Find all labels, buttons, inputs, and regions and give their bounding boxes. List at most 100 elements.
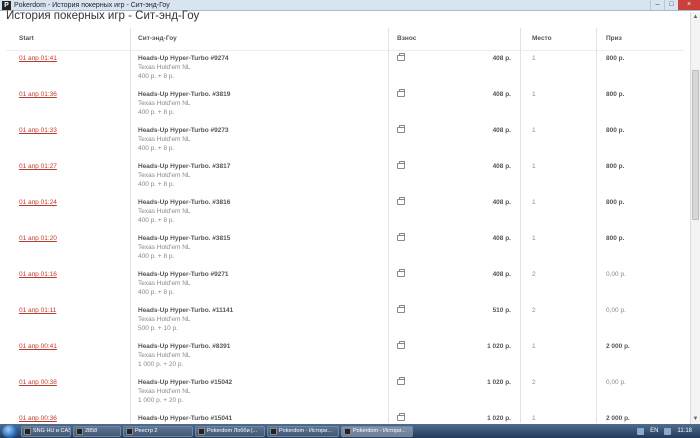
taskbar-item[interactable]: Pokerdom - Истори...: [267, 425, 339, 437]
browser-icon: [24, 427, 31, 435]
table-row[interactable]: 01 апр 00:36Heads-Up Hyper-Turbo #15041T…: [6, 413, 684, 423]
table-row[interactable]: 01 апр 01:11 Heads-Up Hyper-Turbo. #11141…: [6, 305, 684, 343]
start-button[interactable]: [2, 424, 18, 438]
finish-place: 1: [532, 55, 536, 62]
prize-amount: 800 р.: [606, 163, 625, 170]
tournament-name: Heads-Up Hyper-Turbo #15042: [138, 379, 233, 386]
system-tray: EN 11:18: [637, 424, 700, 438]
network-icon[interactable]: [637, 427, 645, 435]
minimize-button[interactable]: –: [650, 0, 664, 10]
taskbar-item[interactable]: Pokerdom - Истори...: [341, 425, 413, 437]
prize-amount: 800 р.: [606, 91, 625, 98]
table-row[interactable]: 01 апр 00:38 Heads-Up Hyper-Turbo #15042 T…: [6, 377, 684, 415]
start-date-link[interactable]: 01 апр 01:20: [19, 235, 57, 242]
game-type: Texas Hold'em NL: [138, 280, 191, 287]
tournament-info-icon[interactable]: [397, 161, 405, 169]
table-row[interactable]: 01 апр 01:24 Heads-Up Hyper-Turbo. #3816 T…: [6, 197, 684, 235]
finish-place: 2: [532, 307, 536, 314]
volume-icon[interactable]: [664, 427, 672, 435]
pokerdom-icon: [344, 427, 351, 435]
taskbar-item-label: SNG HU и CASH HU ...: [33, 428, 70, 434]
table-row[interactable]: 01 апр 00:41 Heads-Up Hyper-Turbo. #8391 T…: [6, 341, 684, 379]
buyin-breakdown: 400 р. + 8 р.: [138, 145, 175, 152]
table-row[interactable]: 01 апр 01:33 Heads-Up Hyper-Turbo #9273 Te…: [6, 125, 684, 163]
fee-amount: 408 р.: [492, 163, 511, 170]
tournament-info-icon[interactable]: [397, 305, 405, 313]
buyin-breakdown: 1 000 р. + 20 р.: [138, 397, 184, 404]
prize-amount: 0,00 р.: [606, 379, 626, 386]
tournament-info-icon[interactable]: [397, 197, 405, 205]
tournament-info-icon[interactable]: [397, 53, 405, 61]
taskbar-item[interactable]: SNG HU и CASH HU ...: [21, 425, 71, 437]
column-header-fee[interactable]: Взнос: [397, 35, 416, 42]
buyin-breakdown: 400 р. + 8 р.: [138, 217, 175, 224]
game-type: Texas Hold'em NL: [138, 64, 191, 71]
tournament-info-icon[interactable]: [397, 413, 405, 421]
prize-amount: 800 р.: [606, 235, 625, 242]
start-date-link[interactable]: 01 апр 01:11: [19, 307, 56, 314]
column-header-prize[interactable]: Приз: [606, 35, 622, 42]
tournament-name: Heads-Up Hyper-Turbo #9273: [138, 127, 229, 134]
table-row[interactable]: 01 апр 01:41 Heads-Up Hyper-Turbo #9274 Te…: [6, 53, 684, 91]
tournament-info-icon[interactable]: [397, 125, 405, 133]
column-header-sng[interactable]: Сит-энд-Гоу: [138, 35, 177, 42]
finish-place: 1: [532, 91, 536, 98]
table-row[interactable]: 01 апр 01:16 Heads-Up Hyper-Turbo #9271 Te…: [6, 269, 684, 307]
pokerdom-icon: [270, 427, 277, 435]
game-type: Texas Hold'em NL: [138, 208, 191, 215]
fee-amount: 408 р.: [492, 55, 511, 62]
taskbar-item-label: Реестр 2: [135, 428, 158, 434]
fee-amount: 408 р.: [492, 199, 511, 206]
scroll-up-arrow-icon[interactable]: ▲: [691, 12, 700, 22]
start-date-link[interactable]: 01 апр 00:36: [19, 415, 57, 422]
tournament-name: Heads-Up Hyper-Turbo. #11141: [138, 307, 234, 314]
tournament-name: Heads-Up Hyper-Turbo. #8391: [138, 343, 231, 350]
scrollbar-thumb[interactable]: [692, 70, 699, 220]
maximize-button[interactable]: □: [664, 0, 678, 10]
tournament-info-icon[interactable]: [397, 377, 405, 385]
game-type: Texas Hold'em NL: [138, 388, 191, 395]
fee-amount: 408 р.: [492, 235, 511, 242]
column-header-start[interactable]: Start: [19, 35, 34, 42]
taskbar-item[interactable]: Реестр 2: [123, 425, 193, 437]
finish-place: 1: [532, 343, 536, 350]
start-date-link[interactable]: 01 апр 01:41: [19, 55, 57, 62]
game-type: Texas Hold'em NL: [138, 172, 191, 179]
tournament-name: Heads-Up Hyper-Turbo. #3815: [138, 235, 231, 242]
tournament-name: Heads-Up Hyper-Turbo. #3817: [138, 163, 231, 170]
finish-place: 1: [532, 199, 536, 206]
buyin-breakdown: 400 р. + 8 р.: [138, 181, 175, 188]
window-controls: – □ ×: [650, 0, 700, 11]
table-row[interactable]: 01 апр 01:20 Heads-Up Hyper-Turbo. #3815 T…: [6, 233, 684, 271]
table-row[interactable]: 01 апр 01:27 Heads-Up Hyper-Turbo. #3817 T…: [6, 161, 684, 199]
taskbar-item[interactable]: 2858: [73, 425, 121, 437]
language-indicator[interactable]: EN: [650, 428, 658, 434]
start-date-link[interactable]: 01 апр 01:33: [19, 127, 57, 134]
start-date-link[interactable]: 01 апр 01:16: [19, 271, 57, 278]
start-date-link[interactable]: 01 апр 00:41: [19, 343, 57, 350]
close-button[interactable]: ×: [678, 0, 700, 10]
table-row[interactable]: 01 апр 01:36 Heads-Up Hyper-Turbo. #3819 T…: [6, 89, 684, 127]
tournament-name: Heads-Up Hyper-Turbo #9271: [138, 271, 229, 278]
prize-amount: 0,00 р.: [606, 271, 626, 278]
start-date-link[interactable]: 01 апр 01:27: [19, 163, 57, 170]
tournament-info-icon[interactable]: [397, 233, 405, 241]
column-header-place[interactable]: Место: [532, 35, 552, 42]
start-date-link[interactable]: 01 апр 00:38: [19, 379, 57, 386]
pokerdom-app-icon: P: [2, 0, 11, 10]
start-date-link[interactable]: 01 апр 01:24: [19, 199, 57, 206]
spreadsheet-icon: [126, 427, 133, 435]
fee-amount: 1 020 р.: [487, 379, 511, 386]
taskbar-item-label: Pokerdom Лобби |...: [207, 428, 258, 434]
tournament-info-icon[interactable]: [397, 341, 405, 349]
scroll-down-arrow-icon[interactable]: ▼: [691, 414, 700, 424]
taskbar-item-label: 2858: [85, 428, 98, 434]
prize-amount: 800 р.: [606, 127, 625, 134]
start-date-link[interactable]: 01 апр 01:36: [19, 91, 57, 98]
history-table: Start Сит-энд-Гоу Взнос Место Приз 01 ап…: [6, 28, 684, 423]
vertical-scrollbar[interactable]: ▲ ▼: [690, 12, 700, 424]
clock[interactable]: 11:18: [677, 428, 692, 434]
taskbar-item[interactable]: Pokerdom Лобби |...: [195, 425, 265, 437]
tournament-info-icon[interactable]: [397, 269, 405, 277]
tournament-info-icon[interactable]: [397, 89, 405, 97]
